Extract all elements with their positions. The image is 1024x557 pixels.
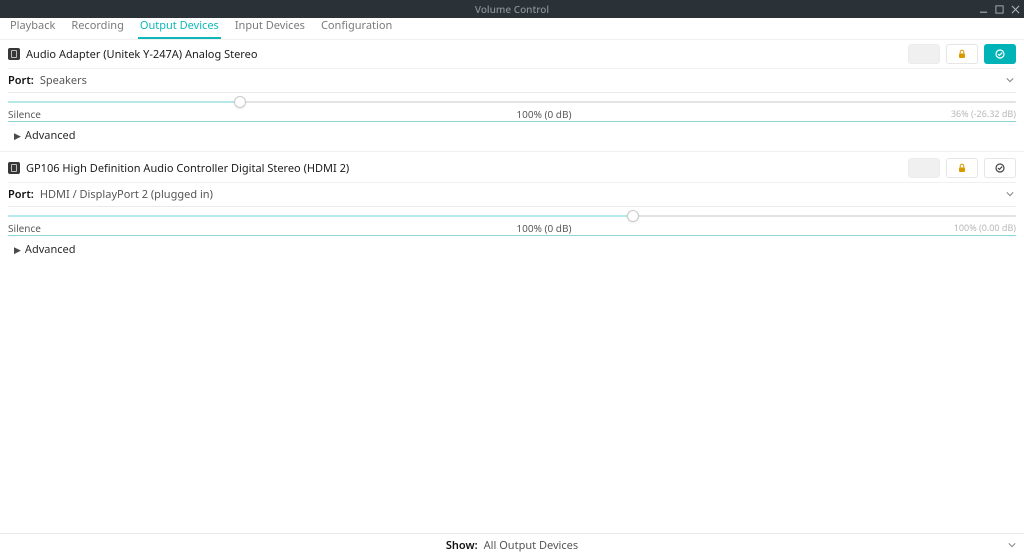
advanced-expander[interactable]: ▶ Advanced [8, 236, 1016, 265]
current-db-label: 100% (0.00 dB) [954, 221, 1016, 234]
advanced-label: Advanced [25, 242, 76, 257]
sound-card-icon [8, 162, 20, 174]
port-value: Speakers [40, 73, 87, 88]
lock-channels-button[interactable] [946, 44, 978, 64]
filter-bar: Show: All Output Devices [0, 533, 1024, 557]
device-name: Audio Adapter (Unitek Y-247A) Analog Ste… [26, 47, 257, 62]
device-separator [0, 151, 1024, 152]
window-title: Volume Control [475, 2, 549, 16]
minimize-icon[interactable] [978, 4, 988, 14]
chevron-right-icon: ▶ [14, 129, 21, 142]
port-label: Port: [8, 73, 34, 88]
port-dropdown[interactable] [1006, 187, 1016, 202]
silence-label: Silence [8, 221, 41, 235]
mute-button[interactable] [908, 44, 940, 64]
lock-channels-button[interactable] [946, 158, 978, 178]
device-buttons [908, 158, 1016, 178]
mid-label: 100% (0 dB) [516, 107, 571, 121]
mute-button[interactable] [908, 158, 940, 178]
advanced-label: Advanced [25, 128, 76, 143]
show-value: All Output Devices [484, 538, 579, 553]
chevron-right-icon: ▶ [14, 243, 21, 256]
advanced-expander[interactable]: ▶ Advanced [8, 122, 1016, 151]
volume-slider[interactable] [8, 211, 1016, 221]
maximize-icon[interactable] [994, 4, 1004, 14]
window-controls [978, 4, 1024, 14]
output-device: GP106 High Definition Audio Controller D… [0, 154, 1024, 265]
port-label: Port: [8, 187, 34, 202]
sound-card-icon [8, 48, 20, 60]
device-header: Audio Adapter (Unitek Y-247A) Analog Ste… [8, 44, 1016, 64]
volume-slider[interactable] [8, 97, 1016, 107]
port-row: Port: Speakers [8, 68, 1016, 90]
device-buttons [908, 44, 1016, 64]
device-header: GP106 High Definition Audio Controller D… [8, 158, 1016, 178]
output-device: Audio Adapter (Unitek Y-247A) Analog Ste… [0, 40, 1024, 151]
show-dropdown[interactable] [1008, 538, 1016, 553]
separator [8, 92, 1016, 93]
device-list: Audio Adapter (Unitek Y-247A) Analog Ste… [0, 40, 1024, 533]
current-db-label: 36% (-26.32 dB) [951, 107, 1016, 120]
tabs-bar: Playback Recording Output Devices Input … [0, 18, 1024, 40]
volume-readout: Silence 100% (0 dB) 100% (0.00 dB) [8, 221, 1016, 235]
port-value: HDMI / DisplayPort 2 (plugged in) [40, 187, 213, 202]
set-default-button[interactable] [984, 158, 1016, 178]
show-label: Show: [446, 538, 478, 553]
silence-label: Silence [8, 107, 41, 121]
close-icon[interactable] [1010, 4, 1020, 14]
volume-readout: Silence 100% (0 dB) 36% (-26.32 dB) [8, 107, 1016, 121]
mid-label: 100% (0 dB) [516, 221, 571, 235]
device-name: GP106 High Definition Audio Controller D… [26, 161, 349, 176]
titlebar: Volume Control [0, 0, 1024, 18]
set-default-button[interactable] [984, 44, 1016, 64]
port-row: Port: HDMI / DisplayPort 2 (plugged in) [8, 182, 1016, 204]
separator [8, 206, 1016, 207]
port-dropdown[interactable] [1006, 73, 1016, 88]
